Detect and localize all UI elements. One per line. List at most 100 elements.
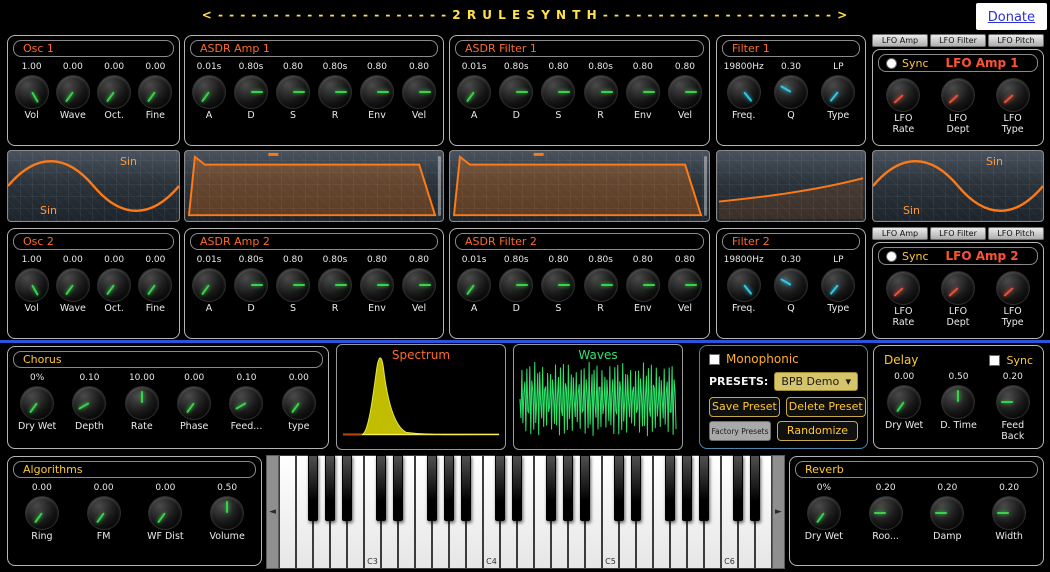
knob-dial[interactable] [585,76,617,108]
knob-q[interactable]: 0.30Q [767,255,814,315]
knob-type[interactable]: LPType [815,62,862,122]
knob-d-time[interactable]: 0.50D. Time [931,372,985,432]
black-key-gs2[interactable] [325,455,336,521]
knob-dial[interactable] [669,269,701,301]
knob-dry-wet[interactable]: 0%Dry Wet [11,373,63,433]
knob-dial[interactable] [500,269,532,301]
knob-r[interactable]: 0.80sR [314,255,356,315]
black-key-ds3[interactable] [393,455,404,521]
knob-lfo-type[interactable]: LFO Type [985,270,1040,329]
knob-dial[interactable] [942,79,974,111]
delay-sync-checkbox[interactable] [989,355,1000,366]
knob-fine[interactable]: 0.00Fine [135,255,176,315]
black-key-as2[interactable] [342,455,353,521]
knob-dial[interactable] [178,387,210,419]
tab-lfo-pitch-1[interactable]: LFO Pitch [988,34,1044,47]
knob-dial[interactable] [542,269,574,301]
knob-dial[interactable] [73,387,105,419]
knob-wf-dist[interactable]: 0.00WF Dist [135,483,197,543]
knob-dial[interactable] [775,76,807,108]
knob-fm[interactable]: 0.00FM [73,483,135,543]
factory-presets-button[interactable]: Factory Presets [709,421,771,441]
knob-feed-back[interactable]: 0.20Feed Back [986,372,1040,443]
black-key-fs5[interactable] [665,455,676,521]
knob-dial[interactable] [230,387,262,419]
filter-response-display[interactable] [716,150,866,222]
black-key-ds4[interactable] [512,455,523,521]
preset-select[interactable]: BPB Demo ▾ [774,372,858,391]
knob-wave[interactable]: 0.00Wave [52,255,93,315]
knob-dial[interactable] [627,76,659,108]
white-key-e2[interactable] [279,455,296,569]
knob-dial[interactable] [277,269,309,301]
black-key-as5[interactable] [699,455,710,521]
knob-a[interactable]: 0.01sA [188,255,230,315]
knob-type[interactable]: LPType [815,255,862,315]
knob-s[interactable]: 0.80S [272,255,314,315]
randomize-button[interactable]: Randomize [777,421,858,441]
knob-dial[interactable] [728,76,760,108]
knob-dial[interactable] [458,76,490,108]
knob-vel[interactable]: 0.80Vel [398,62,440,122]
knob-env[interactable]: 0.80Env [356,255,398,315]
knob-dial[interactable] [88,497,120,529]
knob-d[interactable]: 0.80sD [495,255,537,315]
knob-dial[interactable] [26,497,58,529]
delete-preset-button[interactable]: Delete Preset [786,397,866,417]
knob-freq[interactable]: 19800HzFreq. [720,62,767,122]
knob-lfo-rate[interactable]: LFO Rate [876,270,931,329]
knob-phase[interactable]: 0.00Phase [168,373,220,433]
knob-dial[interactable] [887,79,919,111]
black-key-as4[interactable] [580,455,591,521]
knob-damp[interactable]: 0.20Damp [917,483,979,543]
knob-roo[interactable]: 0.20Roo... [855,483,917,543]
knob-dial[interactable] [997,386,1029,418]
knob-dial[interactable] [888,386,920,418]
knob-dial[interactable] [997,79,1029,111]
knob-d[interactable]: 0.80sD [230,255,272,315]
knob-q[interactable]: 0.30Q [767,62,814,122]
knob-dial[interactable] [585,269,617,301]
knob-ring[interactable]: 0.00Ring [11,483,73,543]
knob-lfo-dept[interactable]: LFO Dept [931,270,986,329]
knob-dial[interactable] [728,269,760,301]
filter-envelope-display[interactable] [449,150,710,222]
black-key-as3[interactable] [461,455,472,521]
black-key-fs3[interactable] [427,455,438,521]
knob-d[interactable]: 0.80sD [230,62,272,122]
knob-a[interactable]: 0.01sA [453,62,495,122]
knob-dial[interactable] [931,497,963,529]
knob-s[interactable]: 0.80S [272,62,314,122]
black-key-gs3[interactable] [444,455,455,521]
knob-dial[interactable] [283,387,315,419]
knob-dial[interactable] [887,272,919,304]
black-key-gs4[interactable] [563,455,574,521]
knob-dial[interactable] [193,76,225,108]
envelope-scroll-handle[interactable] [704,156,707,216]
knob-r[interactable]: 0.80sR [580,62,622,122]
knob-dry-wet[interactable]: 0.00Dry Wet [877,372,931,432]
knob-dial[interactable] [149,497,181,529]
donate-link[interactable]: Donate [976,3,1047,30]
knob-dial[interactable] [997,272,1029,304]
knob-lfo-dept[interactable]: LFO Dept [931,77,986,136]
black-key-ds5[interactable] [631,455,642,521]
knob-dial[interactable] [822,269,854,301]
knob-env[interactable]: 0.80Env [356,62,398,122]
knob-dial[interactable] [942,386,974,418]
knob-vol[interactable]: 1.00Vol [11,62,52,122]
knob-dial[interactable] [98,76,130,108]
knob-oct[interactable]: 0.00Oct. [94,62,135,122]
knob-dial[interactable] [235,76,267,108]
lfo2-sync-radio[interactable] [886,251,897,262]
osc-wave-display[interactable]: Sin Sin [7,150,180,222]
knob-vel[interactable]: 0.80Vel [664,255,706,315]
black-key-gs5[interactable] [682,455,693,521]
knob-depth[interactable]: 0.10Depth [63,373,115,433]
knob-dial[interactable] [361,76,393,108]
amp-envelope-display[interactable] [184,150,444,222]
knob-wave[interactable]: 0.00Wave [52,62,93,122]
knob-dial[interactable] [775,269,807,301]
knob-feed[interactable]: 0.10Feed... [220,373,272,433]
save-preset-button[interactable]: Save Preset [709,397,780,417]
